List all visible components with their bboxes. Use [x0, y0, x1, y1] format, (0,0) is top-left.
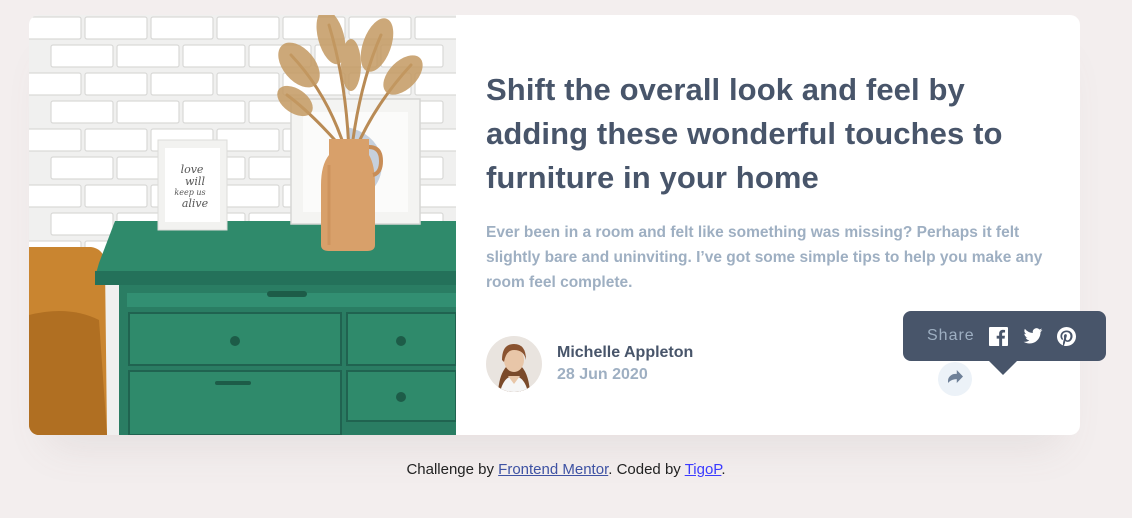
drawers-photo: love will keep us alive [29, 15, 456, 435]
footer-middle: . Coded by [608, 461, 685, 478]
author-link[interactable]: TigoP [685, 461, 722, 478]
footer-prefix: Challenge by [406, 461, 499, 478]
frame-text-line-3: keep us [174, 188, 205, 197]
attribution-footer: Challenge by Frontend Mentor. Coded by T… [0, 461, 1132, 478]
twitter-icon[interactable] [1023, 326, 1043, 346]
article-description: Ever been in a room and felt like someth… [486, 224, 1043, 291]
pinterest-icon[interactable] [1057, 326, 1077, 346]
article-title: Shift the overall look and feel by addin… [486, 72, 1003, 195]
share-button[interactable] [938, 362, 972, 396]
article-card: love will keep us alive Shift the overal… [29, 15, 1080, 435]
frontend-mentor-link[interactable]: Frontend Mentor [498, 461, 608, 478]
facebook-icon[interactable] [989, 326, 1009, 346]
share-popup: Share [903, 311, 1106, 375]
author-name: Michelle Appleton [557, 344, 694, 361]
share-icon [947, 370, 963, 388]
frame-text-line-4: alive [182, 197, 209, 210]
avatar [486, 336, 542, 392]
author-info: Michelle Appleton 28 Jun 2020 [557, 342, 693, 386]
publish-date: 28 Jun 2020 [557, 366, 648, 383]
author-block: Michelle Appleton 28 Jun 2020 [486, 336, 693, 392]
frame-text-line-2: will [185, 175, 205, 188]
share-label: Share [927, 327, 975, 344]
footer-suffix: . [721, 461, 726, 478]
